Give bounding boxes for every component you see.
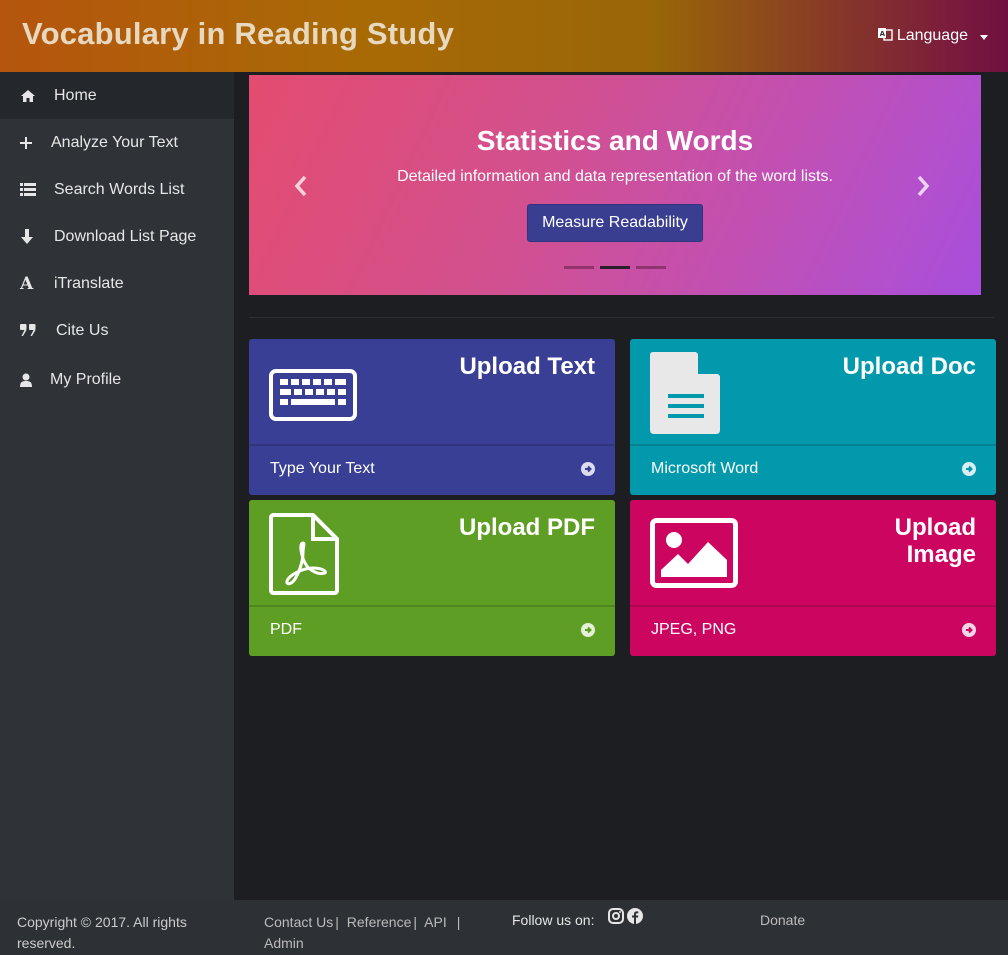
donate-link[interactable]: Donate bbox=[760, 912, 805, 928]
follow-section: Follow us on: bbox=[512, 907, 644, 928]
hero-carousel: Statistics and Words Detailed informatio… bbox=[249, 75, 981, 295]
carousel-prev-icon[interactable] bbox=[291, 171, 311, 201]
footer-links: Contact Us | Reference | API | Admin bbox=[264, 914, 461, 951]
card-footer-label: PDF bbox=[270, 621, 302, 638]
main-content: Statistics and Words Detailed informatio… bbox=[234, 72, 1008, 900]
list-icon bbox=[20, 183, 54, 196]
divider bbox=[249, 317, 994, 318]
home-icon bbox=[20, 89, 54, 103]
sidebar-item-profile[interactable]: My Profile bbox=[0, 354, 234, 405]
arrow-circle-right-icon[interactable] bbox=[962, 462, 976, 481]
translate-icon: A bbox=[877, 26, 893, 46]
sidebar-item-download[interactable]: Download List Page bbox=[0, 213, 234, 260]
pdf-file-icon bbox=[269, 513, 339, 600]
sidebar-item-label: Search Words List bbox=[54, 180, 185, 198]
sidebar-item-itranslate[interactable]: A iTranslate bbox=[0, 260, 234, 307]
card-separator bbox=[630, 605, 996, 607]
font-icon: A bbox=[20, 273, 34, 294]
sidebar-item-search-words[interactable]: Search Words List bbox=[0, 166, 234, 213]
arrow-circle-right-icon[interactable] bbox=[962, 623, 976, 642]
top-navbar: Vocabulary in Reading Study A Language bbox=[0, 0, 1008, 72]
sidebar-item-analyze[interactable]: Analyze Your Text bbox=[0, 119, 234, 166]
instagram-icon[interactable] bbox=[608, 907, 625, 927]
social-icons bbox=[608, 907, 644, 927]
card-separator bbox=[630, 444, 996, 446]
facebook-icon[interactable] bbox=[627, 907, 644, 927]
sidebar-item-label: iTranslate bbox=[54, 274, 124, 292]
sidebar: Home Analyze Your Text Search Words List… bbox=[0, 72, 234, 900]
carousel-next-icon[interactable] bbox=[913, 171, 933, 201]
language-label: Language bbox=[896, 27, 968, 44]
footer-link-api[interactable]: API bbox=[424, 914, 447, 930]
image-icon bbox=[650, 518, 738, 593]
carousel-indicator[interactable] bbox=[636, 266, 666, 269]
arrow-down-icon bbox=[20, 229, 54, 244]
chevron-down-icon bbox=[980, 34, 988, 40]
language-dropdown[interactable]: A Language bbox=[877, 26, 988, 46]
footer-link-contact[interactable]: Contact Us bbox=[264, 914, 333, 930]
card-separator bbox=[249, 444, 615, 446]
carousel-indicator[interactable] bbox=[600, 266, 630, 269]
card-title-line: Upload bbox=[894, 514, 976, 541]
card-footer-label: Microsoft Word bbox=[651, 460, 759, 477]
upload-pdf-card[interactable]: Upload PDF PDF bbox=[249, 500, 615, 656]
card-title: Upload Doc bbox=[842, 353, 976, 380]
upload-doc-card[interactable]: Upload Doc Microsoft Word bbox=[630, 339, 996, 495]
keyboard-icon bbox=[269, 369, 357, 426]
plus-icon bbox=[20, 136, 51, 149]
card-title: Upload PDF bbox=[459, 514, 595, 541]
sidebar-item-label: Analyze Your Text bbox=[51, 133, 178, 151]
footer-link-admin[interactable]: Admin bbox=[264, 935, 304, 951]
sidebar-item-label: Download List Page bbox=[54, 227, 197, 245]
app-title[interactable]: Vocabulary in Reading Study bbox=[22, 16, 454, 52]
carousel-indicators bbox=[564, 266, 666, 269]
card-separator bbox=[249, 605, 615, 607]
svg-text:A: A bbox=[879, 30, 885, 38]
measure-readability-button[interactable]: Measure Readability bbox=[527, 204, 703, 242]
document-icon bbox=[650, 352, 720, 439]
sidebar-item-home[interactable]: Home bbox=[0, 72, 234, 119]
copyright-text: Copyright © 2017. All rights reserved. bbox=[17, 912, 217, 954]
arrow-circle-right-icon[interactable] bbox=[581, 623, 595, 642]
footer: Copyright © 2017. All rights reserved. C… bbox=[0, 900, 1008, 955]
carousel-title: Statistics and Words bbox=[476, 125, 754, 156]
card-title: Upload Text bbox=[459, 353, 595, 380]
card-footer-label: JPEG, PNG bbox=[651, 621, 737, 638]
sidebar-item-label: Cite Us bbox=[56, 321, 109, 339]
carousel-subtitle: Detailed information and data representa… bbox=[397, 168, 833, 185]
sidebar-item-label: My Profile bbox=[50, 370, 122, 388]
quote-icon bbox=[20, 324, 56, 337]
follow-label: Follow us on: bbox=[512, 912, 595, 928]
upload-text-card[interactable]: Upload Text Type Your Text bbox=[249, 339, 615, 495]
footer-link-reference[interactable]: Reference bbox=[347, 914, 412, 930]
card-title: Upload Image bbox=[895, 514, 976, 568]
copyright-line: Copyright © 2017. All rights bbox=[17, 914, 187, 930]
upload-image-card[interactable]: Upload Image JPEG, PNG bbox=[630, 500, 996, 656]
card-title-line: Image bbox=[906, 541, 976, 568]
sidebar-item-label: Home bbox=[54, 86, 97, 104]
card-footer-label: Type Your Text bbox=[270, 460, 375, 477]
copyright-line: reserved. bbox=[17, 935, 76, 951]
sidebar-item-cite[interactable]: Cite Us bbox=[0, 307, 234, 354]
arrow-circle-right-icon[interactable] bbox=[581, 462, 595, 481]
user-icon bbox=[20, 373, 50, 387]
carousel-indicator[interactable] bbox=[564, 266, 594, 269]
